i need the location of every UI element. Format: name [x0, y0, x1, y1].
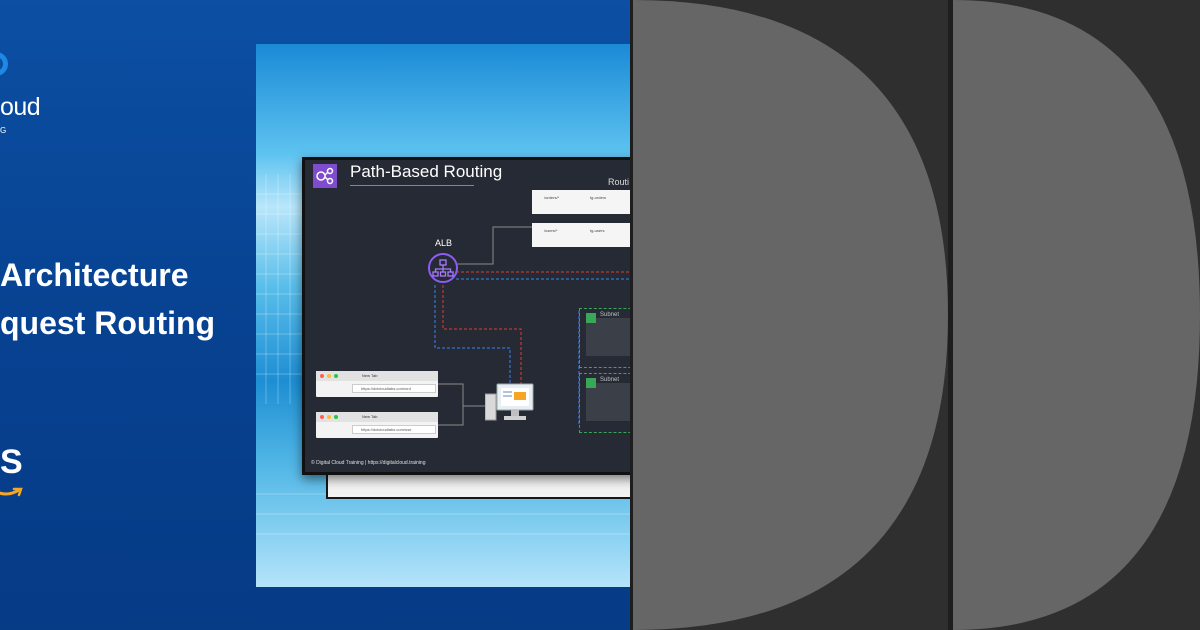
placeholder-shape — [953, 0, 1200, 630]
hero-banner: oud G Architecture quest Routing S Path-… — [0, 0, 630, 630]
placeholder-shape — [633, 0, 948, 630]
subnet-area — [586, 318, 630, 356]
title-underline — [350, 185, 474, 186]
subnet-area — [586, 383, 630, 421]
subnet-box: Subnet — [579, 308, 630, 368]
rule-path: /orders/* — [544, 195, 560, 200]
logo-text: oud — [0, 93, 41, 121]
logo-subtext: G — [0, 126, 9, 135]
close-dot-icon — [320, 415, 324, 419]
maximize-dot-icon — [334, 374, 338, 378]
alb-label: ALB — [435, 238, 453, 248]
loading-placeholder — [633, 0, 948, 630]
alb-icon — [428, 253, 458, 283]
browser-url: https://dctcloudlabs.com/use — [352, 425, 436, 434]
rule-path: /users/* — [544, 228, 558, 233]
minimize-dot-icon — [327, 415, 331, 419]
logo-icon — [0, 52, 8, 76]
headline-line-1: Architecture — [0, 257, 189, 293]
close-dot-icon — [320, 374, 324, 378]
diagram-screenshot: Path-Based Routing Routi /orders/* tg-or… — [256, 44, 630, 587]
browser-window: New Tab https://dctcloudlabs.com/ord — [316, 371, 438, 397]
browser-tab-title: New Tab — [362, 373, 378, 378]
aws-logo-text: S — [0, 443, 23, 481]
slide-footer: © Digital Cloud Training | https://digit… — [311, 460, 426, 466]
slide-icon — [313, 164, 337, 188]
subnet-box: Subnet — [579, 373, 630, 433]
browser-tab-title: New Tab — [362, 414, 378, 419]
subnet-icon — [586, 313, 596, 323]
loading-placeholder — [953, 0, 1200, 630]
subnet-label: Subnet — [600, 312, 620, 318]
rule-target: tg-orders — [590, 195, 607, 200]
browser-url: https://dctcloudlabs.com/ord — [352, 384, 436, 393]
subnet-icon — [586, 378, 596, 388]
slide-title: Path-Based Routing — [350, 162, 503, 181]
routing-rule-row: /users/* tg-users — [532, 223, 630, 247]
client-computer-icon — [485, 383, 534, 421]
routing-rule-row: /orders/* tg-orders — [532, 190, 630, 214]
aws-smile-icon — [0, 487, 23, 497]
subnet-label: Subnet — [600, 377, 620, 383]
headline-line-2: quest Routing — [0, 305, 216, 341]
maximize-dot-icon — [334, 415, 338, 419]
slide: Path-Based Routing Routi /orders/* tg-or… — [302, 157, 630, 475]
minimize-dot-icon — [327, 374, 331, 378]
browser-window: New Tab https://dctcloudlabs.com/use — [316, 412, 438, 438]
rule-target: tg-users — [590, 228, 605, 233]
routing-label: Routi — [608, 177, 630, 187]
